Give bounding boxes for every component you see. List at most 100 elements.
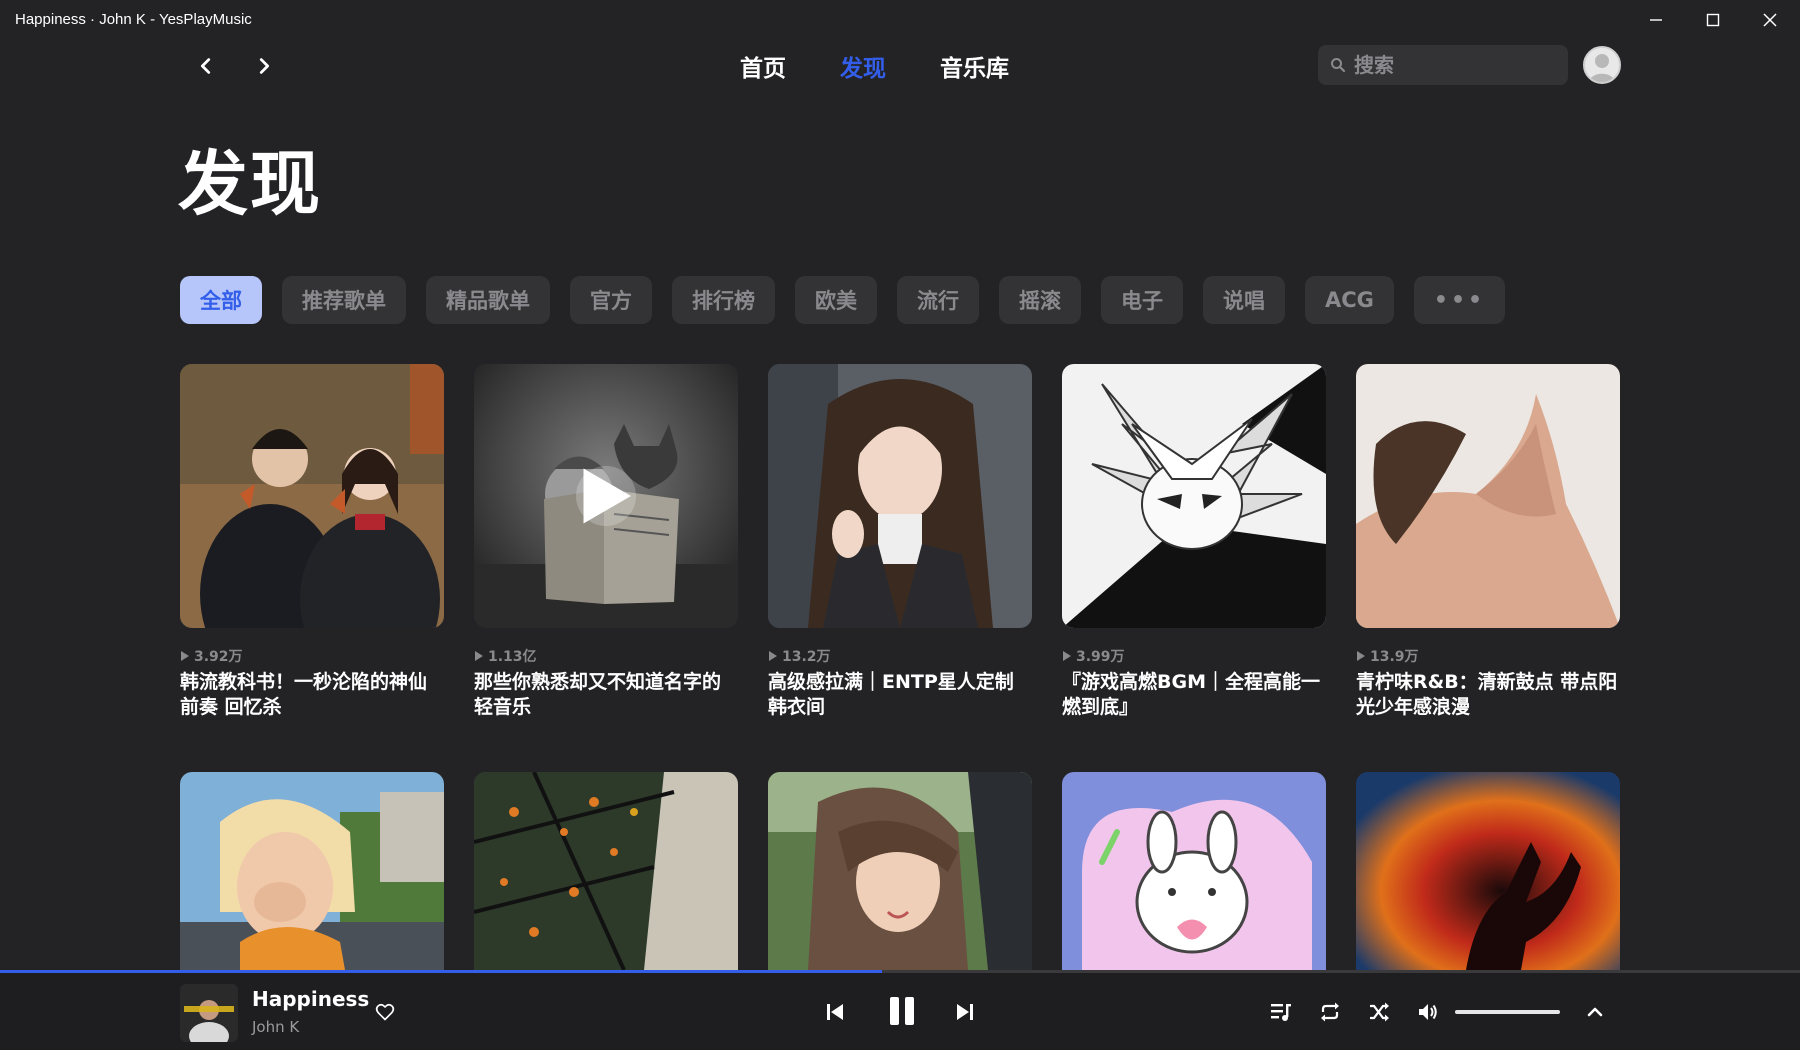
playlist-card[interactable] bbox=[474, 772, 738, 970]
skip-next-icon bbox=[957, 1004, 973, 1020]
now-playing-cover[interactable] bbox=[180, 984, 238, 1042]
forward-button[interactable] bbox=[246, 48, 282, 84]
player-bar: Happiness John K bbox=[0, 973, 1800, 1050]
close-icon bbox=[1763, 13, 1777, 27]
playlist-title[interactable]: 韩流教科书！一秒沦陷的神仙前奏 回忆杀 bbox=[180, 670, 444, 720]
category-more[interactable]: ••• bbox=[1413, 276, 1506, 324]
category-all[interactable]: 全部 bbox=[180, 276, 262, 324]
expand-player-button[interactable] bbox=[1578, 995, 1612, 1029]
volume-button[interactable] bbox=[1411, 995, 1445, 1029]
play-count-value: 3.99万 bbox=[1076, 649, 1125, 665]
playlist-title[interactable]: 高级感拉满｜ENTP星人定制韩衣间 bbox=[768, 670, 1032, 720]
search-icon bbox=[1331, 58, 1346, 73]
main-nav: 首页 发现 音乐库 bbox=[740, 48, 1009, 84]
category-recommended[interactable]: 推荐歌单 bbox=[282, 276, 406, 324]
cover-image bbox=[180, 772, 444, 970]
minimize-button[interactable] bbox=[1628, 0, 1684, 40]
search-box[interactable] bbox=[1318, 45, 1568, 85]
close-button[interactable] bbox=[1742, 0, 1798, 40]
back-button[interactable] bbox=[188, 48, 224, 84]
avatar[interactable] bbox=[1583, 46, 1621, 84]
play-count: 1.13亿 bbox=[474, 646, 738, 666]
playlist-cover[interactable] bbox=[180, 772, 444, 970]
playlist-cover[interactable] bbox=[1062, 772, 1326, 970]
play-count-value: 1.13亿 bbox=[488, 649, 537, 665]
playlist-card[interactable]: 3.99万 『游戏高燃BGM｜全程高能一燃到底』 bbox=[1062, 364, 1326, 720]
nav-home[interactable]: 首页 bbox=[740, 49, 786, 83]
like-button[interactable] bbox=[370, 997, 400, 1027]
window-title: Happiness · John K - YesPlayMusic bbox=[15, 11, 252, 28]
play-count: 13.9万 bbox=[1356, 646, 1620, 666]
playlist-card[interactable]: 3.92万 韩流教科书！一秒沦陷的神仙前奏 回忆杀 bbox=[180, 364, 444, 720]
category-official[interactable]: 官方 bbox=[570, 276, 652, 324]
category-pop[interactable]: 流行 bbox=[897, 276, 979, 324]
previous-button[interactable] bbox=[818, 995, 852, 1029]
playlist-cover[interactable] bbox=[474, 364, 738, 628]
playlist-queue-button[interactable] bbox=[1264, 995, 1298, 1029]
category-electronic[interactable]: 电子 bbox=[1101, 276, 1183, 324]
play-count: 3.99万 bbox=[1062, 646, 1326, 666]
playlist-card[interactable]: 1.13亿 那些你熟悉却又不知道名字的轻音乐 bbox=[474, 364, 738, 720]
search-input[interactable] bbox=[1354, 53, 1554, 77]
maximize-icon bbox=[1706, 13, 1720, 27]
playlist-title[interactable]: 那些你熟悉却又不知道名字的轻音乐 bbox=[474, 670, 738, 720]
heart-icon bbox=[375, 1003, 395, 1021]
play-count: 3.92万 bbox=[180, 646, 444, 666]
play-small-icon bbox=[475, 651, 483, 661]
category-charts[interactable]: 排行榜 bbox=[672, 276, 775, 324]
play-icon bbox=[583, 468, 631, 524]
minimize-icon bbox=[1650, 19, 1662, 21]
shuffle-button[interactable] bbox=[1362, 995, 1396, 1029]
cover-image bbox=[768, 364, 1032, 628]
pause-icon bbox=[890, 997, 914, 1025]
now-playing-artist[interactable]: John K bbox=[252, 1018, 299, 1036]
nav-discover[interactable]: 发现 bbox=[840, 49, 886, 83]
category-premium[interactable]: 精品歌单 bbox=[426, 276, 550, 324]
maximize-button[interactable] bbox=[1685, 0, 1741, 40]
queue-icon bbox=[1271, 1004, 1291, 1021]
playlist-cover[interactable] bbox=[1062, 364, 1326, 628]
playlist-title[interactable]: 『游戏高燃BGM｜全程高能一燃到底』 bbox=[1062, 670, 1326, 720]
play-count-value: 3.92万 bbox=[194, 649, 243, 665]
nav-library[interactable]: 音乐库 bbox=[940, 49, 1009, 83]
playlist-card[interactable] bbox=[768, 772, 1032, 970]
category-western[interactable]: 欧美 bbox=[795, 276, 877, 324]
playlist-card[interactable] bbox=[180, 772, 444, 970]
play-count: 13.2万 bbox=[768, 646, 1032, 666]
playlist-cover[interactable] bbox=[1356, 772, 1620, 970]
cover-image bbox=[474, 772, 738, 970]
page-title: 发现 bbox=[178, 143, 322, 225]
playlist-cover[interactable] bbox=[474, 772, 738, 970]
next-button[interactable] bbox=[948, 995, 982, 1029]
category-rap[interactable]: 说唱 bbox=[1203, 276, 1285, 324]
play-small-icon bbox=[769, 651, 777, 661]
chevron-right-icon bbox=[259, 58, 270, 74]
skip-previous-icon bbox=[827, 1004, 843, 1020]
repeat-button[interactable] bbox=[1313, 995, 1347, 1029]
playlist-cover[interactable] bbox=[180, 364, 444, 628]
user-icon bbox=[1589, 54, 1615, 82]
cover-image bbox=[1062, 772, 1326, 970]
play-overlay-button[interactable] bbox=[576, 466, 636, 526]
playlist-card[interactable] bbox=[1062, 772, 1326, 970]
category-rock[interactable]: 摇滚 bbox=[999, 276, 1081, 324]
cover-image bbox=[1062, 364, 1326, 628]
volume-slider[interactable] bbox=[1455, 1010, 1560, 1014]
playlist-card[interactable]: 13.9万 青柠味R&B：清新鼓点 带点阳光少年感浪漫 bbox=[1356, 364, 1620, 720]
chevron-left-icon bbox=[200, 58, 211, 74]
repeat-icon bbox=[1321, 1002, 1339, 1022]
play-small-icon bbox=[1357, 651, 1365, 661]
category-bar: 全部 推荐歌单 精品歌单 官方 排行榜 欧美 流行 摇滚 电子 说唱 ACG •… bbox=[180, 276, 1506, 324]
play-small-icon bbox=[181, 651, 189, 661]
now-playing-title[interactable]: Happiness bbox=[252, 987, 369, 1011]
category-acg[interactable]: ACG bbox=[1305, 276, 1394, 324]
shuffle-icon bbox=[1370, 1002, 1389, 1022]
playlist-card[interactable] bbox=[1356, 772, 1620, 970]
playlist-cover[interactable] bbox=[1356, 364, 1620, 628]
cover-image bbox=[1356, 364, 1620, 628]
pause-button[interactable] bbox=[880, 989, 924, 1033]
playlist-card[interactable]: 13.2万 高级感拉满｜ENTP星人定制韩衣间 bbox=[768, 364, 1032, 720]
playlist-title[interactable]: 青柠味R&B：清新鼓点 带点阳光少年感浪漫 bbox=[1356, 670, 1620, 720]
playlist-cover[interactable] bbox=[768, 364, 1032, 628]
playlist-cover[interactable] bbox=[768, 772, 1032, 970]
